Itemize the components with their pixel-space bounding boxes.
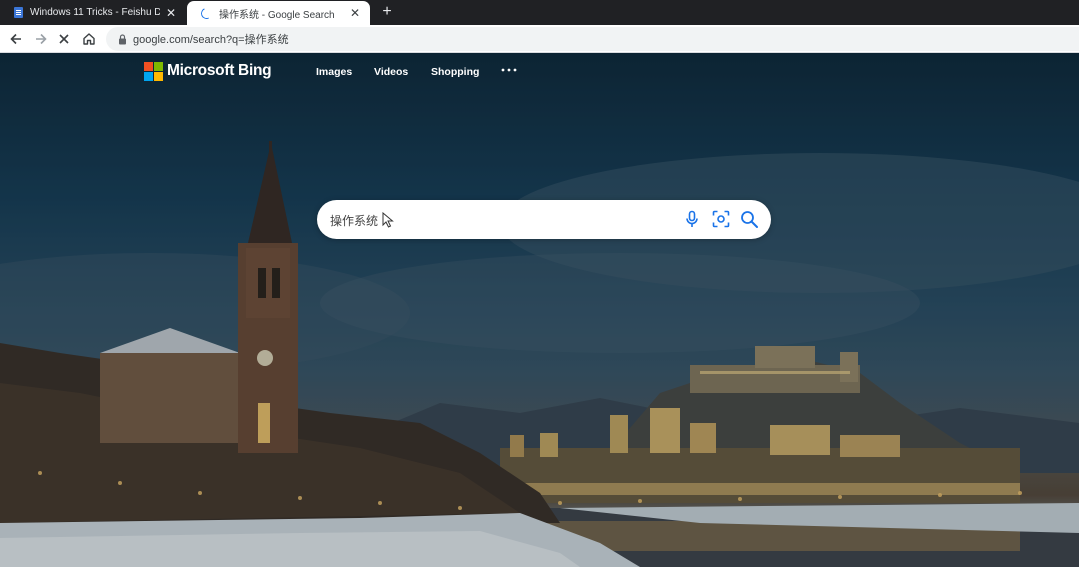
ellipsis-icon[interactable] [500, 63, 518, 75]
logo-square [154, 62, 163, 71]
stop-loading-button[interactable] [54, 29, 74, 49]
microphone-icon[interactable] [682, 209, 702, 229]
logo-square [144, 72, 153, 81]
back-button[interactable] [6, 29, 26, 49]
microsoft-logo-icon [144, 62, 163, 81]
home-icon [83, 33, 95, 45]
forward-button[interactable] [31, 29, 51, 49]
tab-title: Windows 11 Tricks - Feishu Docs [30, 7, 160, 18]
close-tab-icon[interactable]: ✕ [348, 6, 362, 20]
logo-square [144, 62, 153, 71]
arrow-right-icon [36, 33, 47, 45]
loading-spinner-icon [199, 5, 214, 21]
brand-name: Microsoft Bing [167, 62, 272, 79]
mouse-pointer-icon [382, 212, 394, 228]
url-text[interactable]: google.com/search?q=操作系统 [133, 31, 289, 47]
tab-google-search[interactable]: 操作系统 - Google Search ✕ [187, 1, 370, 25]
nav-shopping[interactable]: Shopping [431, 66, 479, 78]
browser-toolbar: google.com/search?q=操作系统 [0, 25, 1079, 53]
tab-feishu-docs[interactable]: Windows 11 Tricks - Feishu Docs ✕ [0, 0, 186, 25]
logo-square [154, 72, 163, 81]
document-icon [14, 7, 23, 18]
nav-images[interactable]: Images [316, 66, 352, 78]
bing-homepage: Microsoft Bing Images Videos Shopping 操作… [0, 53, 1079, 567]
search-icon[interactable] [739, 209, 759, 229]
arrow-left-icon [10, 33, 21, 45]
new-tab-button[interactable]: + [378, 3, 396, 21]
visual-search-icon[interactable] [711, 209, 731, 229]
search-input[interactable]: 操作系统 [330, 212, 378, 229]
nav-videos[interactable]: Videos [374, 66, 408, 78]
close-tab-icon[interactable]: ✕ [164, 6, 178, 20]
search-box[interactable]: 操作系统 [317, 200, 771, 239]
lock-icon[interactable] [116, 33, 128, 45]
tab-strip: Windows 11 Tricks - Feishu Docs ✕ 操作系统 -… [0, 0, 1079, 25]
close-icon [59, 34, 69, 44]
home-button[interactable] [79, 29, 99, 49]
tab-title: 操作系统 - Google Search [219, 9, 335, 21]
address-bar[interactable]: google.com/search?q=操作系统 [106, 27, 1079, 51]
bing-logo[interactable]: Microsoft Bing [144, 61, 272, 81]
background-photo [0, 53, 1079, 567]
